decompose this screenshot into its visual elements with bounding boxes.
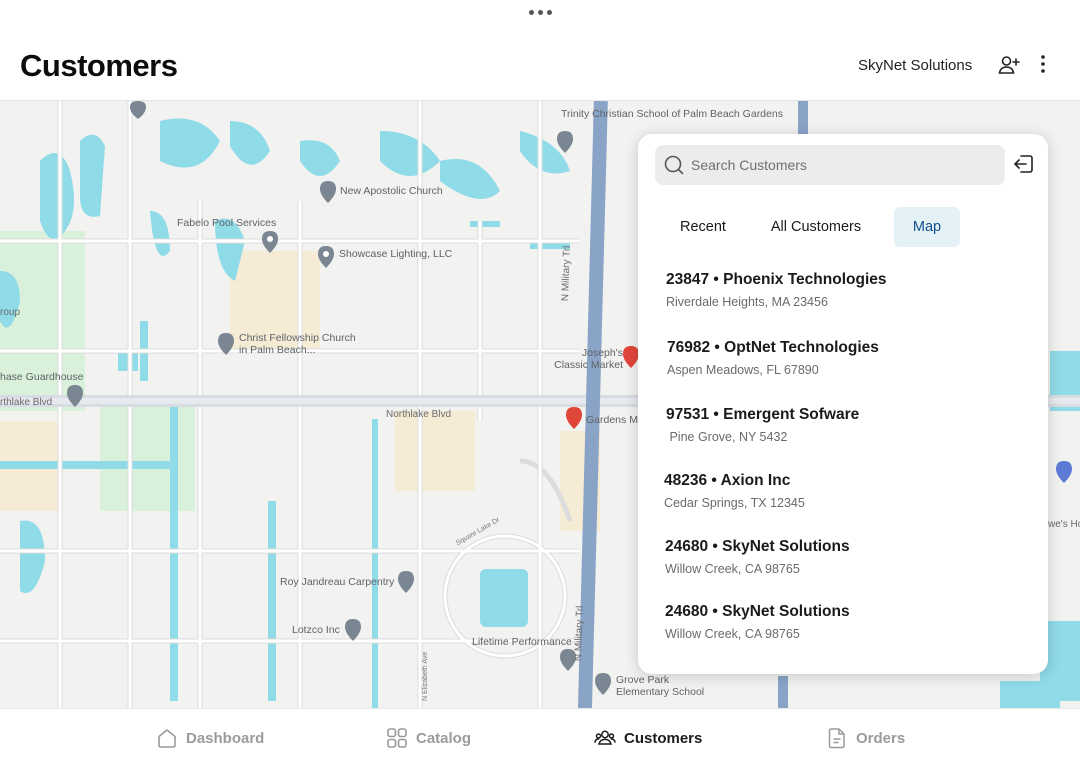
- customer-name: 23847 • Phoenix Technologies: [666, 271, 887, 288]
- company-name[interactable]: SkyNet Solutions: [858, 57, 972, 74]
- map-label-military: N Military Trl: [560, 245, 573, 302]
- search-icon: [664, 155, 684, 175]
- customer-name: 97531 • Emergent Sofware: [666, 406, 860, 423]
- tab-recent[interactable]: Recent: [664, 207, 742, 247]
- customer-list-item[interactable]: 24680 • SkyNet Solutions Willow Creek, C…: [665, 538, 1025, 576]
- nav-label: Catalog: [416, 729, 472, 747]
- nav-orders[interactable]: Orders: [826, 726, 905, 750]
- map-label-market: Joseph's Classic Market: [554, 347, 623, 371]
- map-label-school: Trinity Christian School of Palm Beach G…: [561, 108, 783, 120]
- customer-list-item[interactable]: 24680 • SkyNet Solutions Willow Creek, C…: [665, 603, 1025, 641]
- page-header: Customers SkyNet Solutions: [0, 30, 1080, 100]
- page-title: Customers: [20, 48, 178, 83]
- customer-name: 24680 • SkyNet Solutions: [665, 538, 850, 555]
- map-label-lotzco: Lotzco Inc: [292, 624, 340, 636]
- map-label-northlake-left: rthlake Blvd: [0, 397, 53, 408]
- app-window: Customers SkyNet Solutions Trinity Chris…: [0, 0, 1080, 775]
- customer-address: Cedar Springs, TX 12345: [664, 496, 805, 510]
- map-label-church: New Apostolic Church: [340, 185, 443, 197]
- customer-list-item[interactable]: 48236 • Axion Inc Cedar Springs, TX 1234…: [664, 472, 1024, 510]
- grid-icon: [387, 728, 407, 748]
- sign-in-icon[interactable]: [1013, 153, 1035, 175]
- highway-segment: [778, 676, 788, 708]
- nav-label: Customers: [624, 729, 703, 747]
- map-label-grove: Grove Park Elementary School: [616, 674, 705, 698]
- nav-label: Orders: [856, 729, 906, 747]
- map-label-northlake: Northlake Blvd: [386, 409, 452, 420]
- map-label-gardens: Gardens Ma: [586, 414, 644, 426]
- customer-list-item[interactable]: 97531 • Emergent Sofware Pine Grove, NY …: [666, 406, 1026, 444]
- tab-map[interactable]: Map: [894, 207, 960, 247]
- nav-dashboard[interactable]: Dashboard: [156, 726, 264, 750]
- nav-catalog[interactable]: Catalog: [386, 726, 471, 750]
- tab-all-customers[interactable]: All Customers: [760, 207, 872, 247]
- map-label-guardhouse: hase Guardhouse: [0, 371, 84, 383]
- customer-list-item[interactable]: 23847 • Phoenix Technologies Riverdale H…: [666, 271, 1026, 309]
- nav-customers[interactable]: Customers: [594, 726, 702, 750]
- window-drag-handle[interactable]: [528, 8, 552, 16]
- customer-name: 48236 • Axion Inc: [664, 472, 791, 489]
- customer-name: 76982 • OptNet Technologies: [667, 339, 879, 356]
- customer-address: Willow Creek, CA 98765: [665, 627, 800, 641]
- map-label-roup: roup: [0, 307, 21, 318]
- customer-address: Willow Creek, CA 98765: [665, 562, 800, 576]
- map-label-pool: Fabelo Pool Services: [177, 217, 277, 229]
- kebab-menu-icon[interactable]: [1034, 52, 1052, 76]
- search-box[interactable]: [655, 145, 1005, 185]
- map-label-elizabeth: N Elizabeth Ave: [422, 651, 429, 701]
- add-user-icon[interactable]: [997, 53, 1021, 77]
- customer-list-item[interactable]: 76982 • OptNet Technologies Aspen Meadow…: [667, 339, 1027, 377]
- customer-address: Pine Grove, NY 5432: [666, 430, 788, 444]
- map-label-lighting: Showcase Lighting, LLC: [339, 248, 453, 260]
- sand-area: [395, 411, 475, 491]
- customer-panel: Recent All Customers Map 23847 • Phoenix…: [638, 134, 1048, 674]
- nav-label: Dashboard: [186, 729, 265, 747]
- document-icon: [828, 728, 845, 749]
- map-label-military-2: N Military Trl: [573, 605, 586, 662]
- map-label-carpentry: Roy Jandreau Carpentry: [280, 576, 395, 588]
- customer-address: Aspen Meadows, FL 67890: [667, 363, 819, 377]
- bottom-navigation: Dashboard Catalog Customers Orders: [0, 708, 1080, 775]
- customer-address: Riverdale Heights, MA 23456: [666, 295, 828, 309]
- home-icon: [158, 729, 176, 748]
- map-label-fellowship: Christ Fellowship Church in Palm Beach..…: [239, 332, 356, 356]
- users-icon: [594, 730, 616, 745]
- map-label-lowes: we's Ho: [1048, 519, 1080, 530]
- customer-name: 24680 • SkyNet Solutions: [665, 603, 850, 620]
- map-label-lifetime: Lifetime Performance: [472, 636, 572, 648]
- park-area: [100, 401, 195, 511]
- search-input[interactable]: [691, 145, 991, 185]
